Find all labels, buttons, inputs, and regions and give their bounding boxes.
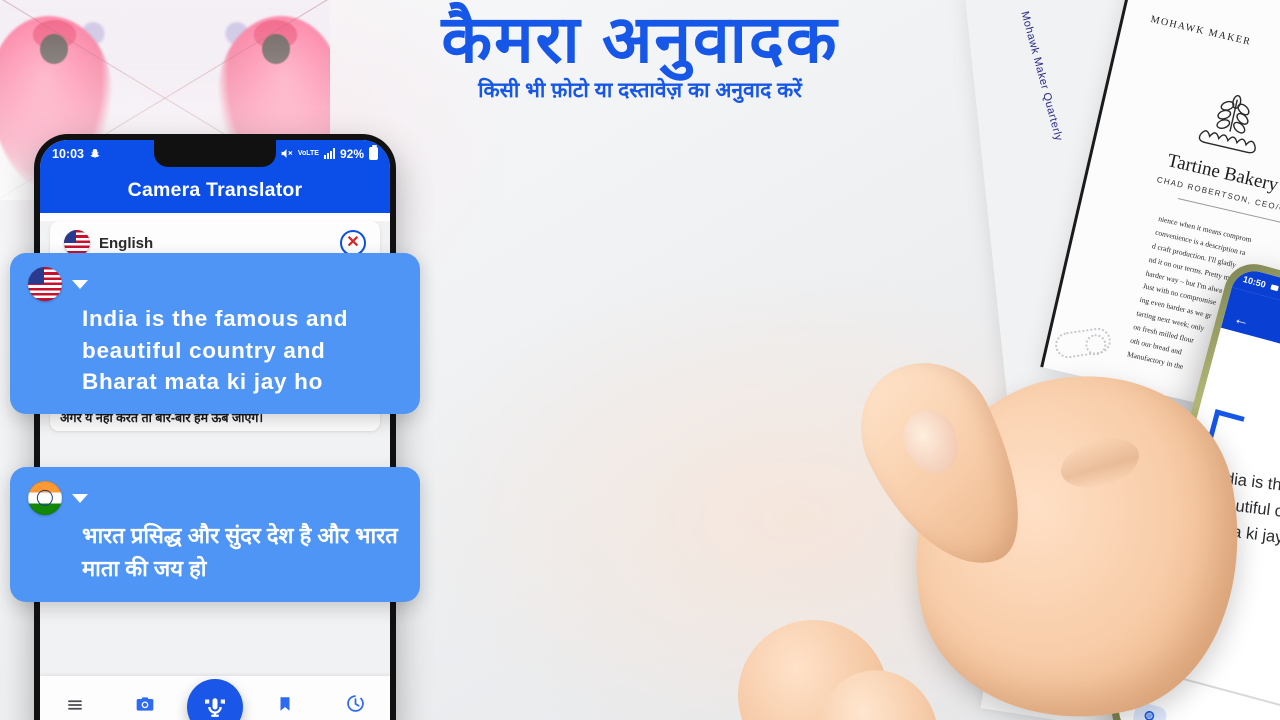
english-callout-bubble: India is the famous and beautiful countr… (10, 253, 420, 414)
right-scene: India is the famous and beautiful countr… (560, 110, 1280, 720)
battery-icon (369, 144, 378, 160)
page-subtitle: किसी भी फ़ोटो या दस्तावेज़ का अनुवाद करे… (478, 79, 802, 102)
mute-icon (281, 149, 293, 158)
hindi-callout-text: भारत प्रसिद्ध और सुंदर देश है और भारत मा… (82, 523, 398, 582)
poster-canvas: Mohawk Maker Quarterly MOHAWK MAKER Tart… (0, 0, 1280, 720)
message-icon (1270, 284, 1279, 291)
nav-item-history[interactable]: History (324, 693, 386, 720)
nav-item-saved[interactable]: Saved (254, 694, 316, 720)
camera-button-row (1116, 697, 1280, 720)
camera-icon (136, 697, 154, 711)
chevron-down-icon[interactable] (72, 493, 88, 503)
gallery-search-icon (1144, 711, 1156, 720)
zoom-min-label: 0X (1127, 672, 1144, 688)
microphone-icon (205, 698, 225, 717)
left-phone-screen: 10:03 VoLTE 92% Camera Translator Englis… (40, 140, 390, 720)
nav-item-camera[interactable]: Camera (114, 694, 176, 720)
left-app-bar: Camera Translator (40, 167, 390, 213)
english-callout-header (28, 267, 402, 301)
gallery-search-button[interactable] (1131, 700, 1169, 720)
source-language-label: English (99, 234, 154, 252)
back-arrow-icon[interactable]: ← (1231, 310, 1252, 332)
left-app-title: Camera Translator (127, 178, 303, 201)
snapchat-icon (90, 148, 100, 158)
status-time: 10:03 (52, 146, 84, 161)
notch (154, 140, 276, 167)
signal-icon (323, 148, 335, 159)
us-flag-icon (28, 267, 62, 301)
right-status-time: 10:50 (1242, 274, 1267, 290)
viewfinder-ocr-text: India is the famous and beautiful countr… (1204, 467, 1280, 550)
page-title: कैमरा अनुवादक (441, 2, 839, 76)
clock-icon (346, 695, 364, 712)
chevron-down-icon[interactable] (72, 279, 88, 289)
conversation-fab[interactable] (187, 679, 243, 720)
zoom-slider-knob[interactable] (1146, 662, 1163, 679)
volte-icon: VoLTE (297, 150, 319, 157)
menu-lines-icon (68, 700, 82, 710)
hand-finger-support (804, 657, 952, 720)
hindi-callout-bubble: भारत प्रसिद्ध और सुंदर देश है और भारत मा… (10, 467, 420, 602)
in-flag-icon (28, 481, 62, 515)
poster-header: कैमरा अनुवादक किसी भी फ़ोटो या दस्तावेज़… (0, 0, 1280, 104)
left-status-bar: 10:03 VoLTE 92% (40, 140, 390, 167)
camera-controls: 0X 10X (1114, 645, 1280, 720)
left-bottom-nav: Text Camera (40, 671, 390, 720)
english-callout-text: India is the famous and beautiful countr… (82, 306, 349, 394)
nav-item-text[interactable]: Text (44, 696, 106, 720)
scan-corner-top-left (1207, 409, 1245, 446)
thumbnail-icon (894, 402, 968, 482)
left-phone-mockup: 10:03 VoLTE 92% Camera Translator Englis… (34, 134, 396, 720)
hand-finger-lower (726, 608, 900, 720)
close-icon: ✕ (346, 234, 360, 251)
hindi-callout-header (28, 481, 402, 515)
status-battery: 92% (339, 146, 364, 161)
bookmark-icon (280, 697, 290, 711)
